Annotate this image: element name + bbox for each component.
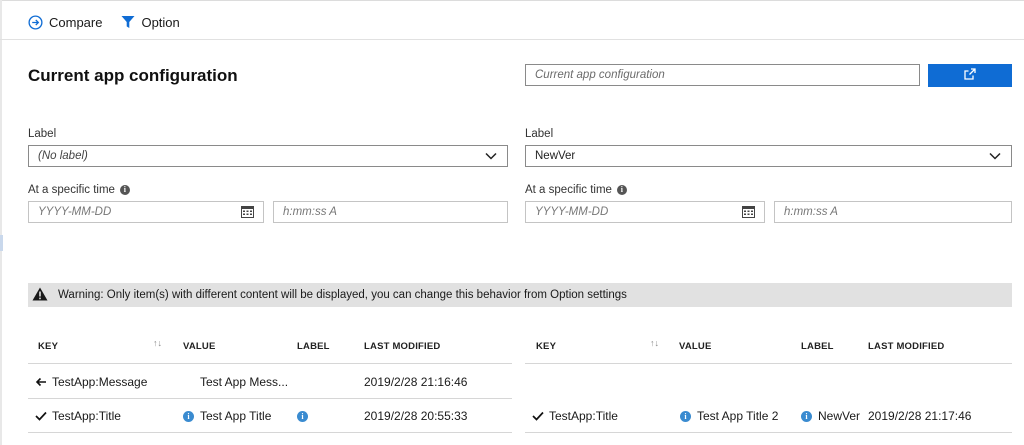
row-label-cell: i NewVer (801, 408, 860, 424)
right-col-last-modified[interactable]: LAST MODIFIED (868, 341, 945, 352)
row-value: Test App Title (200, 409, 272, 423)
top-border (0, 0, 1024, 4)
right-date-input[interactable]: YYYY-MM-DD (525, 201, 765, 223)
chevron-down-icon (484, 149, 498, 163)
right-label-caption: Label (525, 128, 554, 140)
calendar-icon[interactable] (741, 205, 755, 219)
compare-target-input[interactable] (525, 64, 920, 86)
row-last-modified: 2019/2/28 21:17:46 (868, 409, 972, 423)
option-button[interactable]: Option (120, 14, 180, 30)
info-icon[interactable]: i (119, 184, 130, 195)
compare-button[interactable]: Compare (28, 15, 102, 30)
right-label-value: NewVer (535, 150, 576, 162)
row-value-cell: i Test App Title (183, 408, 271, 424)
row-label-cell: i (297, 408, 308, 424)
checkmark-icon (531, 411, 545, 421)
info-icon[interactable]: i (680, 410, 691, 422)
left-col-value[interactable]: VALUE (183, 341, 216, 352)
right-col-label[interactable]: LABEL (801, 341, 834, 352)
calendar-icon[interactable] (240, 205, 254, 219)
left-edge-marker (0, 235, 3, 251)
row-divider (525, 432, 1012, 433)
left-label-caption: Label (28, 128, 57, 140)
right-col-value[interactable]: VALUE (679, 341, 712, 352)
row-key: TestApp:Message (52, 375, 148, 389)
left-col-last-modified[interactable]: LAST MODIFIED (364, 341, 441, 352)
option-label: Option (141, 14, 180, 30)
row-value-cell: i Test App Title 2 (680, 408, 778, 424)
left-label-value: (No label) (38, 150, 88, 162)
filter-icon (120, 15, 135, 30)
checkmark-icon (34, 411, 48, 421)
right-date-placeholder: YYYY-MM-DD (535, 206, 609, 218)
row-last-modified: 2019/2/28 20:55:33 (364, 409, 468, 423)
sort-icon[interactable]: ↑↓ (650, 338, 659, 348)
open-external-icon (964, 68, 976, 83)
info-icon[interactable]: i (616, 184, 627, 195)
right-time-input[interactable]: h:mm:ss A (774, 201, 1012, 223)
left-date-placeholder: YYYY-MM-DD (38, 206, 112, 218)
row-divider (28, 432, 512, 433)
toolbar-divider (0, 39, 1024, 40)
left-date-input[interactable]: YYYY-MM-DD (28, 201, 264, 223)
chevron-down-icon (988, 149, 1002, 163)
left-edge (0, 0, 2, 445)
left-label-dropdown[interactable]: (No label) (28, 145, 508, 167)
warning-icon (32, 287, 48, 303)
row-last-modified: 2019/2/28 21:16:46 (364, 375, 468, 389)
right-time-caption-text: At a specific time (525, 184, 612, 196)
left-time-caption-text: At a specific time (28, 184, 115, 196)
right-header-divider (525, 363, 1012, 364)
info-icon[interactable]: i (183, 410, 194, 422)
left-time-placeholder: h:mm:ss A (283, 206, 337, 218)
row-value: Test App Mess... (200, 375, 289, 389)
left-time-caption: At a specific time i (28, 184, 130, 196)
left-col-label[interactable]: LABEL (297, 341, 330, 352)
compare-label: Compare (49, 14, 103, 30)
right-col-key[interactable]: KEY (536, 341, 556, 352)
command-bar: Compare Option (28, 11, 180, 33)
row-value: Test App Title 2 (697, 409, 779, 423)
open-compare-target-button[interactable] (928, 64, 1012, 87)
row-key: TestApp:Title (549, 409, 618, 423)
compare-arrow-icon (28, 14, 43, 30)
left-col-key[interactable]: KEY (38, 341, 58, 352)
table-row-key[interactable]: TestApp:Title (531, 408, 618, 424)
arrow-left-icon (34, 377, 48, 387)
right-label-dropdown[interactable]: NewVer (525, 145, 1012, 167)
info-icon[interactable]: i (801, 410, 812, 422)
right-time-caption: At a specific time i (525, 184, 627, 196)
row-label: NewVer (818, 409, 861, 423)
right-time-placeholder: h:mm:ss A (784, 206, 838, 218)
row-divider (28, 398, 512, 399)
left-time-input[interactable]: h:mm:ss A (273, 201, 508, 223)
table-row-key[interactable]: TestApp:Title (34, 408, 121, 424)
table-row-key[interactable]: TestApp:Message (34, 374, 147, 390)
warning-text: Warning: Only item(s) with different con… (58, 289, 627, 301)
page-title: Current app configuration (28, 66, 238, 85)
warning-banner: Warning: Only item(s) with different con… (28, 283, 1012, 307)
left-header-divider (28, 363, 512, 364)
info-icon[interactable]: i (297, 410, 308, 422)
row-key: TestApp:Title (52, 409, 121, 423)
sort-icon[interactable]: ↑↓ (153, 338, 162, 348)
